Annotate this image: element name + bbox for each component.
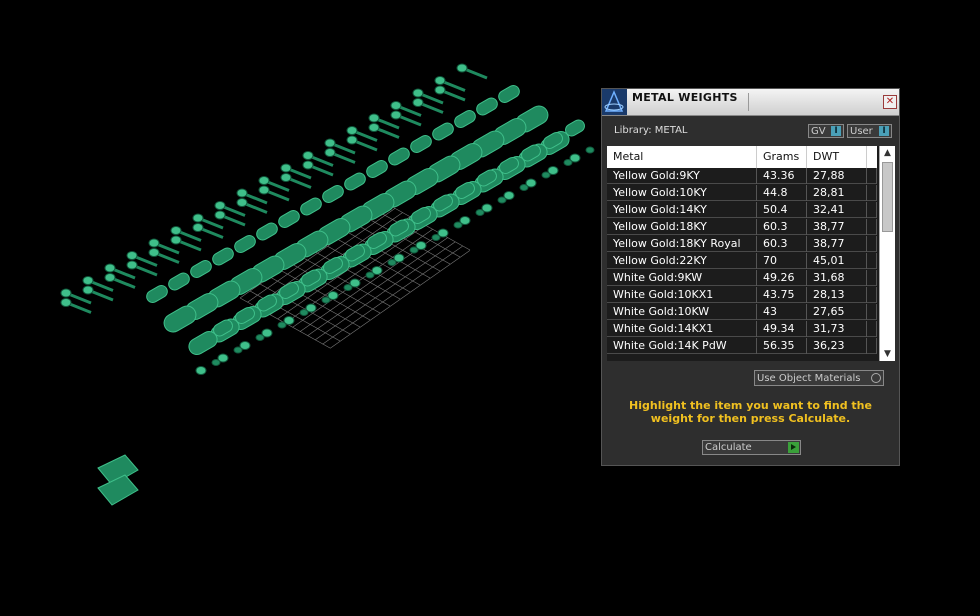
calculate-button-label: Calculate: [705, 442, 752, 453]
table-row[interactable]: White Gold:9KW 49.26 31,68: [607, 270, 877, 286]
gv-toggle-indicator: I: [831, 126, 841, 136]
calculate-button[interactable]: Calculate: [702, 440, 801, 455]
title-separator: [748, 93, 749, 111]
dwt-cell: 31,68: [807, 270, 867, 286]
empty-cell: [867, 168, 877, 184]
metal-table[interactable]: Metal Grams DWT Yellow Gold:9KY 43.36 27,8…: [607, 146, 895, 361]
instruction-text: Highlight the item you want to find the …: [629, 399, 872, 425]
table-row[interactable]: White Gold:14K PdW 56.35 36,23: [607, 338, 877, 354]
column-header-metal[interactable]: Metal: [607, 146, 757, 168]
metal-cell: Yellow Gold:14KY: [607, 202, 757, 218]
metal-cell: White Gold:10KW: [607, 304, 757, 320]
dwt-cell: 28,13: [807, 287, 867, 303]
play-arrow-icon: [788, 442, 799, 453]
jewelry-model: [60, 63, 595, 506]
grams-cell: 43: [757, 304, 807, 320]
close-button[interactable]: ✕: [883, 95, 897, 109]
grams-cell: 49.34: [757, 321, 807, 337]
table-header: Metal Grams DWT: [607, 146, 877, 168]
dwt-cell: 28,81: [807, 185, 867, 201]
dwt-cell: 38,77: [807, 219, 867, 235]
table-row[interactable]: White Gold:10KW 43 27,65: [607, 304, 877, 320]
column-header-grams[interactable]: Grams: [757, 146, 807, 168]
table-row[interactable]: Yellow Gold:14KY 50.4 32,41: [607, 202, 877, 218]
empty-cell: [867, 185, 877, 201]
grams-cell: 50.4: [757, 202, 807, 218]
metal-cell: White Gold:9KW: [607, 270, 757, 286]
grams-cell: 70: [757, 253, 807, 269]
user-toggle-indicator: I: [879, 126, 889, 136]
close-icon: ✕: [885, 96, 895, 107]
scroll-down-arrow-icon[interactable]: ▼: [880, 347, 895, 361]
grams-cell: 60.3: [757, 219, 807, 235]
dwt-cell: 45,01: [807, 253, 867, 269]
radio-icon: [871, 373, 881, 383]
grams-cell: 56.35: [757, 338, 807, 354]
empty-cell: [867, 219, 877, 235]
grams-cell: 49.26: [757, 270, 807, 286]
grams-cell: 44.8: [757, 185, 807, 201]
dwt-cell: 27,65: [807, 304, 867, 320]
metal-cell: Yellow Gold:10KY: [607, 185, 757, 201]
metal-cell: Yellow Gold:18KY: [607, 219, 757, 235]
title-bar[interactable]: METAL WEIGHTS ✕: [602, 89, 899, 116]
column-header-dwt[interactable]: DWT: [807, 146, 867, 168]
empty-cell: [867, 304, 877, 320]
use-object-materials-toggle[interactable]: Use Object Materials: [754, 370, 884, 386]
empty-cell: [867, 321, 877, 337]
empty-cell: [867, 270, 877, 286]
empty-cell: [867, 253, 877, 269]
metal-cell: White Gold:14KX1: [607, 321, 757, 337]
empty-cell: [867, 338, 877, 354]
metal-cell: White Gold:10KX1: [607, 287, 757, 303]
gv-toggle-label: GV: [811, 126, 826, 137]
grams-cell: 43.36: [757, 168, 807, 184]
metal-cell: White Gold:14K PdW: [607, 338, 757, 354]
table-row[interactable]: Yellow Gold:22KY 70 45,01: [607, 253, 877, 269]
dwt-cell: 31,73: [807, 321, 867, 337]
table-row[interactable]: White Gold:14KX1 49.34 31,73: [607, 321, 877, 337]
app-logo-icon: [602, 89, 627, 115]
user-toggle[interactable]: User I: [847, 124, 892, 138]
grams-cell: 43.75: [757, 287, 807, 303]
metal-weights-panel: METAL WEIGHTS ✕ Library: METAL GV I User…: [601, 88, 900, 466]
library-label: Library: METAL: [614, 125, 688, 136]
empty-cell: [867, 287, 877, 303]
table-row[interactable]: Yellow Gold:9KY 43.36 27,88: [607, 168, 877, 184]
metal-cell: Yellow Gold:9KY: [607, 168, 757, 184]
dwt-cell: 27,88: [807, 168, 867, 184]
grams-cell: 60.3: [757, 236, 807, 252]
user-toggle-label: User: [850, 126, 873, 137]
metal-cell: Yellow Gold:18KY Royal: [607, 236, 757, 252]
table-row[interactable]: Yellow Gold:18KY 60.3 38,77: [607, 219, 877, 235]
table-row[interactable]: Yellow Gold:18KY Royal 60.3 38,77: [607, 236, 877, 252]
3d-viewport[interactable]: [0, 0, 600, 612]
scroll-up-arrow-icon[interactable]: ▲: [880, 146, 895, 160]
empty-cell: [867, 236, 877, 252]
gv-toggle[interactable]: GV I: [808, 124, 844, 138]
empty-cell: [867, 202, 877, 218]
dwt-cell: 38,77: [807, 236, 867, 252]
scroll-thumb[interactable]: [882, 162, 893, 232]
table-row[interactable]: Yellow Gold:10KY 44.8 28,81: [607, 185, 877, 201]
use-object-materials-label: Use Object Materials: [757, 373, 861, 384]
dwt-cell: 32,41: [807, 202, 867, 218]
vertical-scrollbar[interactable]: ▲ ▼: [879, 146, 895, 361]
dwt-cell: 36,23: [807, 338, 867, 354]
window-title: METAL WEIGHTS: [632, 91, 738, 104]
metal-cell: Yellow Gold:22KY: [607, 253, 757, 269]
table-row[interactable]: White Gold:10KX1 43.75 28,13: [607, 287, 877, 303]
